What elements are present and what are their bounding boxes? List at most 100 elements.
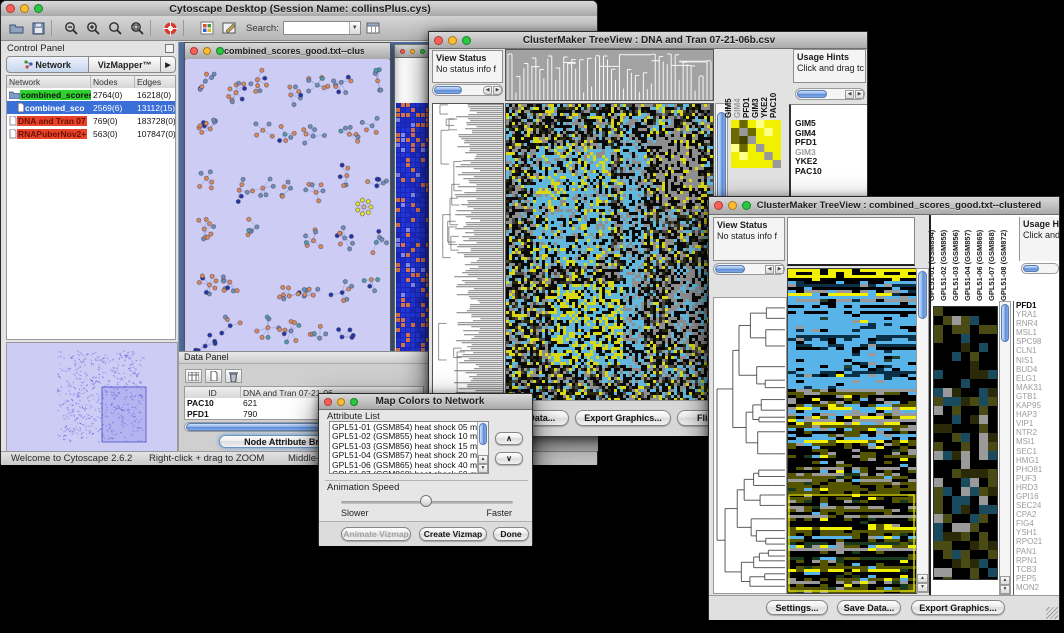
- help-lifering-icon[interactable]: [161, 19, 179, 37]
- gene-label[interactable]: PHO81: [1016, 465, 1062, 474]
- scroll-up-icon[interactable]: ▲: [1000, 576, 1010, 585]
- scroll-right-icon[interactable]: ▶: [493, 86, 502, 95]
- zoom-out-icon[interactable]: [62, 19, 80, 37]
- gene-label[interactable]: TCB3: [1016, 565, 1062, 574]
- scroll-up-icon[interactable]: ▲: [478, 455, 488, 464]
- gene-label[interactable]: NIS1: [1016, 356, 1062, 365]
- tab-overflow-arrow[interactable]: ▶: [161, 56, 176, 73]
- col-header-edges[interactable]: Edges: [135, 76, 175, 88]
- zoom-selected-icon[interactable]: [128, 19, 146, 37]
- gene-label[interactable]: PAN1: [1016, 547, 1062, 556]
- scroll-left-icon[interactable]: ◀: [483, 86, 492, 95]
- zoom-window-icon[interactable]: [216, 47, 224, 55]
- treeview1-summary-matrix[interactable]: [731, 120, 781, 168]
- gene-label[interactable]: CPA2: [1016, 510, 1062, 519]
- col-header-network[interactable]: Network: [7, 76, 91, 88]
- attribute-select-icon[interactable]: [185, 369, 202, 383]
- scroll-down-icon[interactable]: ▼: [917, 583, 928, 592]
- gene-label[interactable]: GPI16: [1016, 492, 1062, 501]
- zoom-fit-icon[interactable]: [106, 19, 124, 37]
- animate-vizmap-button[interactable]: Animate Vizmap: [341, 527, 411, 541]
- delete-attribute-icon[interactable]: [225, 369, 242, 383]
- attribute-list-item[interactable]: GPL51-07 (GSM868) heat shock 60 min: [332, 470, 477, 474]
- network-window[interactable]: combined_scores_good.txt--cluste...: [184, 42, 391, 366]
- network-graph-canvas[interactable]: [186, 59, 389, 365]
- gene-label[interactable]: MSI1: [1016, 437, 1062, 446]
- settings-button[interactable]: Settings...: [766, 600, 828, 615]
- network-row-combined-scores[interactable]: combined_scores 2764(0) 16218(0): [7, 88, 175, 101]
- tab-vizmapper[interactable]: VizMapper™: [89, 56, 161, 73]
- new-attribute-icon[interactable]: [205, 369, 222, 383]
- zoom-window-icon[interactable]: [742, 201, 751, 210]
- gene-label[interactable]: CLN1: [1016, 346, 1062, 355]
- network-row-dna-tran[interactable]: DNA and Tran 07 769(0) 183728(0): [7, 114, 175, 127]
- scrollbar-thumb[interactable]: [797, 90, 827, 98]
- node-grid-icon[interactable]: [198, 19, 216, 37]
- scroll-left-icon[interactable]: ◀: [765, 265, 774, 274]
- gene-label[interactable]: GTB1: [1016, 392, 1062, 401]
- close-icon[interactable]: [6, 4, 15, 13]
- gene-label[interactable]: ELG1: [1016, 374, 1062, 383]
- treeview2-column-dendrogram[interactable]: [787, 217, 915, 266]
- scrollbar-thumb[interactable]: [1001, 304, 1009, 342]
- zoom-in-icon[interactable]: [84, 19, 102, 37]
- col-header-id[interactable]: ID: [185, 387, 241, 398]
- table-import-icon[interactable]: [365, 19, 383, 37]
- zoom-window-icon[interactable]: [462, 36, 471, 45]
- minimize-icon[interactable]: [448, 36, 457, 45]
- zoom-window-icon[interactable]: [350, 398, 358, 406]
- scroll-down-icon[interactable]: ▼: [478, 464, 488, 473]
- network-overview-thumbnail[interactable]: [6, 342, 178, 452]
- gene-label[interactable]: SEC24: [1016, 501, 1062, 510]
- list-vscrollbar[interactable]: ▲ ▼: [477, 422, 488, 473]
- gene-label[interactable]: VIP1: [1016, 419, 1062, 428]
- move-down-button[interactable]: ∨: [495, 452, 523, 465]
- treeview2-row-dendrogram[interactable]: [713, 297, 787, 594]
- treeview2-status-hscrollbar[interactable]: ◀ ▶: [713, 263, 785, 275]
- gene-label[interactable]: MON2: [1016, 583, 1062, 592]
- gene-label[interactable]: HRD3: [1016, 483, 1062, 492]
- gene-label[interactable]: KAP95: [1016, 401, 1062, 410]
- attribute-listbox[interactable]: GPL51-01 (GSM854) heat shock 05 minGPL51…: [329, 421, 489, 474]
- close-icon[interactable]: [324, 398, 332, 406]
- open-file-icon[interactable]: [7, 19, 25, 37]
- search-input[interactable]: ▼: [283, 21, 361, 35]
- scrollbar-thumb[interactable]: [918, 271, 927, 319]
- gene-label[interactable]: YSH1: [1016, 528, 1062, 537]
- export-graphics-button[interactable]: Export Graphics...: [575, 410, 671, 426]
- float-panel-icon[interactable]: [165, 44, 174, 53]
- gene-label[interactable]: SPC98: [1016, 337, 1062, 346]
- resize-grip[interactable]: [1046, 607, 1058, 619]
- close-icon[interactable]: [714, 201, 723, 210]
- done-button[interactable]: Done: [493, 527, 529, 541]
- search-dropdown-icon[interactable]: ▼: [349, 22, 360, 34]
- scrollbar-thumb[interactable]: [1023, 265, 1039, 272]
- gene-label[interactable]: PUF3: [1016, 474, 1062, 483]
- minimize-icon[interactable]: [20, 4, 29, 13]
- scroll-down-icon[interactable]: ▼: [1000, 585, 1010, 594]
- gene-label[interactable]: MSL1: [1016, 328, 1062, 337]
- gene-label[interactable]: NTR2: [1016, 428, 1062, 437]
- treeview1-hints-hscrollbar[interactable]: ◀ ▶: [795, 88, 865, 100]
- gene-label[interactable]: PAC10: [795, 167, 822, 177]
- minimize-icon[interactable]: [728, 201, 737, 210]
- scroll-left-icon[interactable]: ◀: [845, 90, 854, 99]
- zoom-window-icon[interactable]: [34, 4, 43, 13]
- gene-label[interactable]: HMG1: [1016, 456, 1062, 465]
- scrollbar-thumb[interactable]: [715, 265, 745, 273]
- gene-label[interactable]: BUD4: [1016, 365, 1062, 374]
- treeview1-status-hscrollbar[interactable]: ◀ ▶: [432, 84, 503, 96]
- gene-label[interactable]: RPN1: [1016, 556, 1062, 565]
- save-icon[interactable]: [29, 19, 47, 37]
- treeview2-zoom-matrix[interactable]: [933, 306, 998, 580]
- col-header-nodes[interactable]: Nodes: [91, 76, 135, 88]
- scrollbar-thumb[interactable]: [479, 423, 487, 445]
- gene-label[interactable]: PEP5: [1016, 574, 1062, 583]
- network-row-rnapuber[interactable]: RNAPuberNov2+ 563(0) 107847(0): [7, 127, 175, 140]
- move-up-button[interactable]: ∧: [495, 432, 523, 445]
- speed-slider-thumb[interactable]: [420, 495, 432, 507]
- network-row-combined-sco-selected[interactable]: combined_sco 2569(6) 13112(15): [7, 101, 175, 114]
- gene-label[interactable]: RPO21: [1016, 537, 1062, 546]
- minimize-icon[interactable]: [337, 398, 345, 406]
- treeview2-hints-hscrollbar[interactable]: [1021, 263, 1059, 274]
